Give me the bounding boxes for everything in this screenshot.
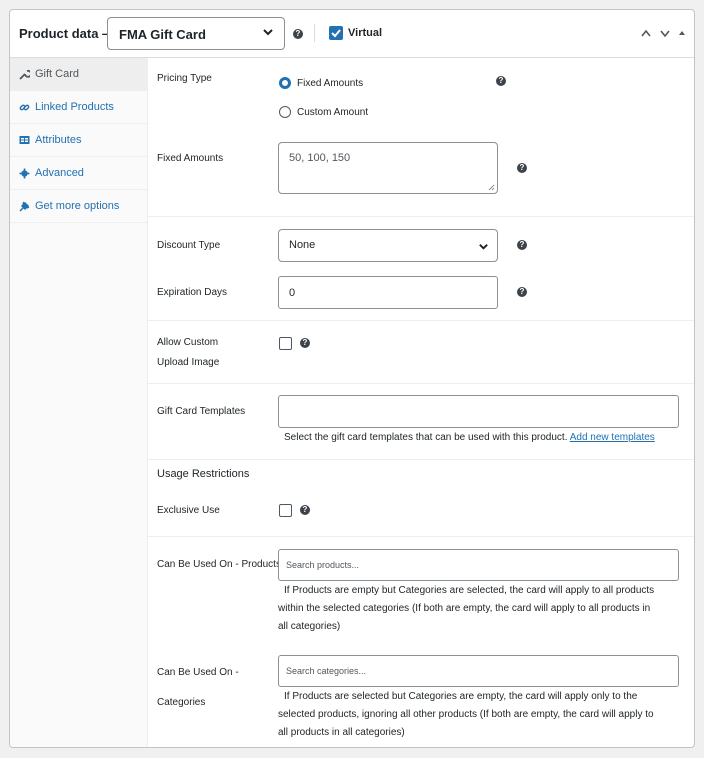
tab-attributes[interactable]: Attributes xyxy=(10,124,147,157)
checkmark-icon xyxy=(331,29,341,38)
section-divider xyxy=(148,459,694,460)
move-down-icon[interactable] xyxy=(659,28,671,38)
help-icon[interactable]: ? xyxy=(517,287,527,297)
help-icon[interactable]: ? xyxy=(517,163,527,173)
tab-label: Attributes xyxy=(35,134,82,146)
usage-restrictions-title: Usage Restrictions xyxy=(157,468,250,480)
tab-label: Gift Card xyxy=(35,68,80,80)
collapse-toggle-icon[interactable] xyxy=(678,29,686,37)
link-icon xyxy=(19,102,35,113)
discount-type-select[interactable]: None xyxy=(278,229,498,262)
discount-type-label: Discount Type xyxy=(157,240,221,251)
move-up-icon[interactable] xyxy=(640,28,652,38)
section-divider xyxy=(148,536,694,537)
categories-label-line1: Can Be Used On - xyxy=(157,667,239,678)
product-type-select[interactable]: FMA Gift Card xyxy=(107,17,285,50)
fixed-amounts-value: 50, 100, 150 xyxy=(289,152,351,164)
add-new-templates-link[interactable]: Add new templates xyxy=(570,432,655,443)
pricing-type-label: Pricing Type xyxy=(157,73,212,84)
categories-search-input[interactable]: Search categories... xyxy=(278,655,679,687)
tab-label: Get more options xyxy=(35,200,120,212)
products-desc-line1: If Products are empty but Categories are… xyxy=(284,585,655,596)
resize-handle-icon[interactable] xyxy=(488,184,495,191)
section-divider xyxy=(148,216,694,217)
templates-select[interactable] xyxy=(278,395,679,428)
section-divider xyxy=(148,320,694,321)
templates-description: Select the gift card templates that can … xyxy=(284,429,655,447)
discount-type-value: None xyxy=(289,239,316,251)
tab-gift-card[interactable]: Gift Card xyxy=(10,58,147,91)
products-desc-line2: within the selected categories (If both … xyxy=(278,603,651,614)
allow-upload-label-line1: Allow Custom xyxy=(157,337,219,348)
product-data-header: Product data — FMA Gift Card ? Virtual xyxy=(10,10,694,58)
product-data-panel: Product data — FMA Gift Card ? Virtual G… xyxy=(9,9,695,748)
gift-card-options: Pricing Type Fixed Amounts ? Custom Amou… xyxy=(148,58,694,747)
radio-fixed-amounts[interactable] xyxy=(279,77,291,89)
chevron-down-icon xyxy=(479,244,488,250)
categories-desc-line2: selected products, ignoring all other pr… xyxy=(278,709,654,720)
categories-placeholder: Search categories... xyxy=(286,666,367,676)
products-search-input[interactable]: Search products... xyxy=(278,549,679,581)
categories-description: If Products are selected but Categories … xyxy=(278,688,682,742)
tab-advanced[interactable]: Advanced xyxy=(10,157,147,190)
allow-upload-label-line2: Upload Image xyxy=(157,357,220,368)
product-data-tabs: Gift Card Linked Products Attributes Adv… xyxy=(10,58,148,747)
products-description: If Products are empty but Categories are… xyxy=(278,582,682,636)
exclusive-use-label: Exclusive Use xyxy=(157,505,220,516)
products-placeholder: Search products... xyxy=(286,560,360,570)
exclusive-use-checkbox[interactable] xyxy=(279,504,292,517)
radio-fixed-amounts-label: Fixed Amounts xyxy=(297,78,364,89)
help-icon[interactable]: ? xyxy=(300,505,310,515)
expiration-days-input[interactable]: 0 xyxy=(278,276,498,309)
radio-custom-amount[interactable] xyxy=(279,106,291,118)
header-separator xyxy=(314,24,315,42)
table-icon xyxy=(19,135,35,145)
section-divider xyxy=(148,383,694,384)
panel-title: Product data — xyxy=(19,26,116,41)
tab-label: Linked Products xyxy=(35,101,114,113)
help-icon[interactable]: ? xyxy=(300,338,310,348)
radio-custom-amount-label: Custom Amount xyxy=(297,107,369,118)
templates-label: Gift Card Templates xyxy=(157,406,246,417)
help-icon[interactable]: ? xyxy=(496,76,506,86)
tab-linked-products[interactable]: Linked Products xyxy=(10,91,147,124)
templates-desc-text: Select the gift card templates that can … xyxy=(284,432,568,443)
products-label: Can Be Used On - Products xyxy=(157,559,281,570)
categories-desc-line1: If Products are selected but Categories … xyxy=(284,691,638,702)
categories-desc-line3: all products in all categories) xyxy=(278,727,405,738)
tab-get-more-options[interactable]: Get more options xyxy=(10,190,147,223)
expiration-days-value: 0 xyxy=(289,286,296,299)
virtual-label: Virtual xyxy=(348,27,383,39)
allow-upload-checkbox[interactable] xyxy=(279,337,292,350)
product-type-value: FMA Gift Card xyxy=(119,27,206,42)
products-desc-line3: all categories) xyxy=(278,621,341,632)
chevron-down-icon xyxy=(263,29,273,36)
plugin-icon xyxy=(19,201,35,212)
help-icon[interactable]: ? xyxy=(517,240,527,250)
panel-controls xyxy=(640,28,686,38)
wrench-icon xyxy=(19,69,35,80)
tab-label: Advanced xyxy=(35,167,84,179)
virtual-checkbox[interactable] xyxy=(329,26,343,40)
categories-label-line2: Categories xyxy=(157,697,206,708)
fixed-amounts-label: Fixed Amounts xyxy=(157,153,224,164)
fixed-amounts-textarea[interactable]: 50, 100, 150 xyxy=(278,142,498,194)
gear-icon xyxy=(19,168,35,179)
expiration-days-label: Expiration Days xyxy=(157,287,228,298)
help-icon[interactable]: ? xyxy=(293,29,303,39)
